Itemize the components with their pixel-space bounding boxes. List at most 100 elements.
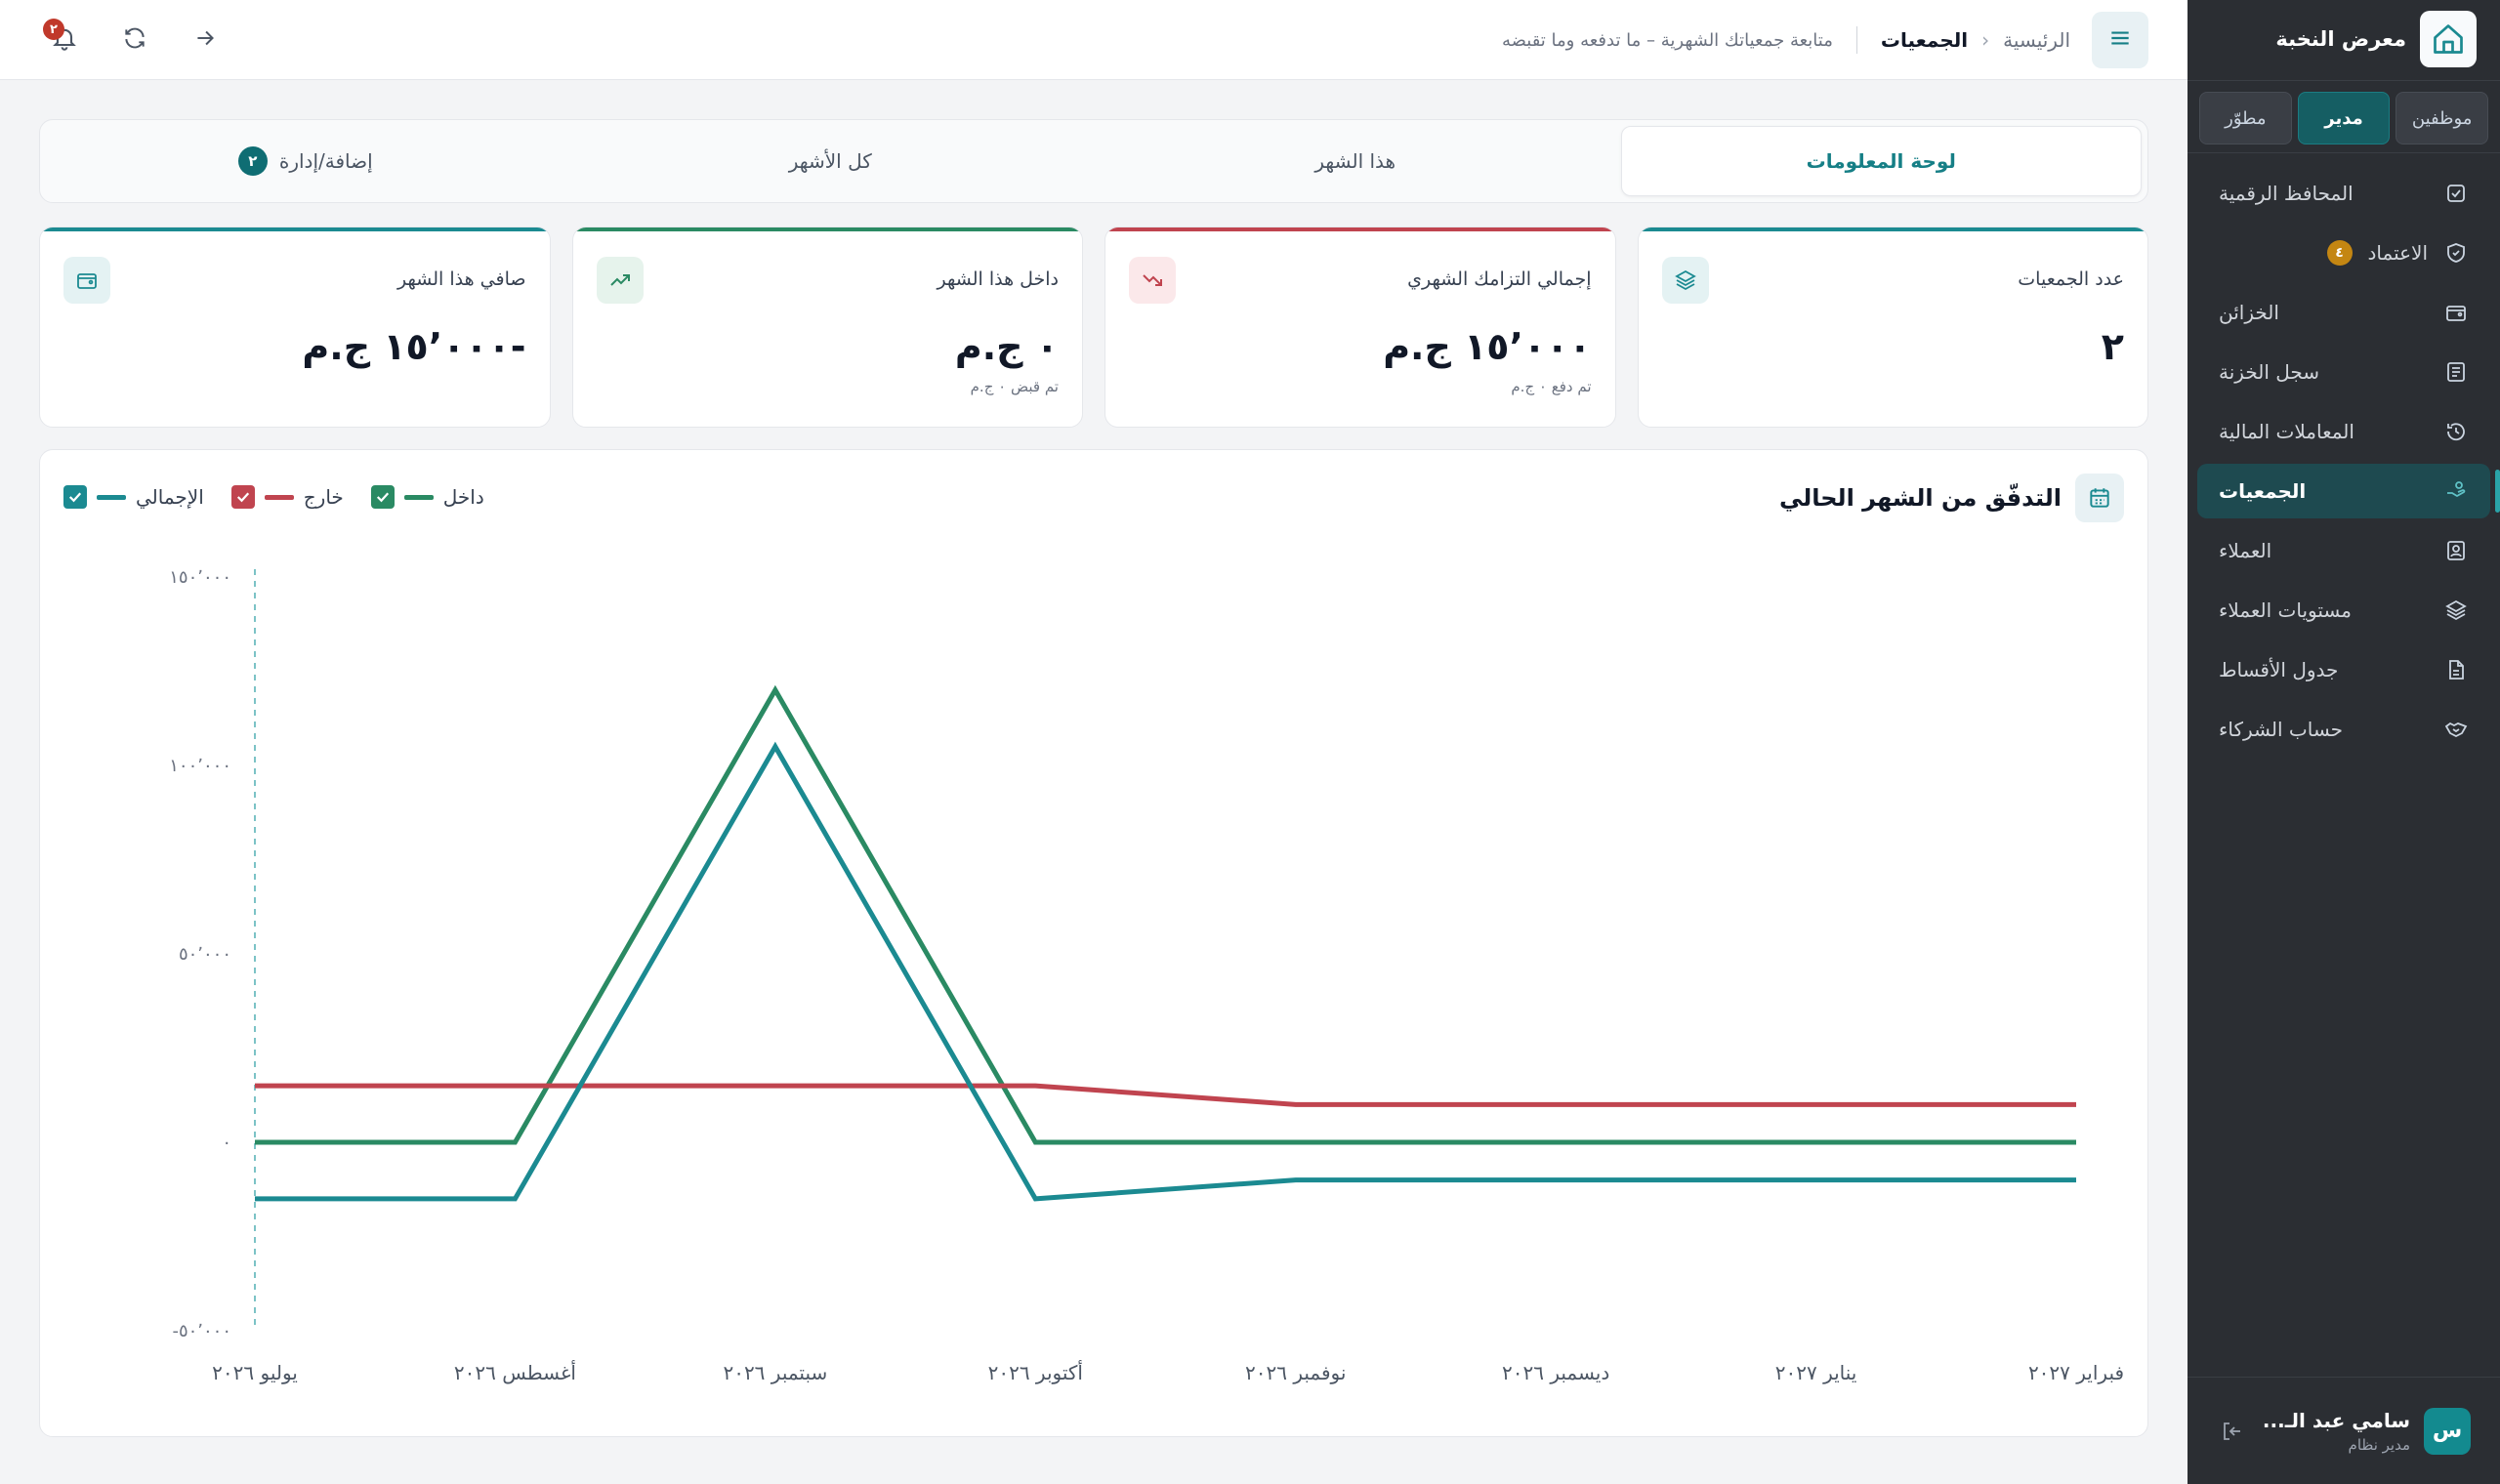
tab-add-manage[interactable]: إضافة/إدارة ٢ <box>46 126 565 196</box>
sidebar-item-clients[interactable]: العملاء <box>2197 523 2490 578</box>
stat-card-associations-count: عدد الجمعيات ٢ <box>1637 227 2148 428</box>
breadcrumb-home[interactable]: الرئيسية <box>2003 28 2070 52</box>
sidebar-item-label: المحافظ الرقمية <box>2219 182 2354 205</box>
handshake-icon <box>2443 717 2469 742</box>
x-tick-label: يناير ٢٠٢٧ <box>1775 1361 1857 1384</box>
sidebar-item-safe-log[interactable]: سجل الخزنة <box>2197 345 2490 399</box>
forward-button[interactable] <box>180 15 230 65</box>
y-tick-label: -٥٠٬٠٠٠ <box>172 1321 231 1341</box>
divider <box>2188 80 2500 81</box>
stat-card-incoming-this-month: داخل هذا الشهر ٠ ج.م تم قبض ٠ ج.م <box>571 227 1083 428</box>
tab-label: لوحة المعلومات <box>1806 149 1956 173</box>
wallet-icon <box>63 257 110 304</box>
x-tick-label: يوليو ٢٠٢٦ <box>212 1361 298 1384</box>
trend-up-icon <box>596 257 644 304</box>
x-tick-label: فبراير ٢٠٢٧ <box>2028 1361 2124 1384</box>
sidebar-item-installments[interactable]: جدول الأقساط <box>2197 642 2490 697</box>
card-title: داخل هذا الشهر <box>937 268 1059 290</box>
header-actions: ٢ <box>39 14 230 66</box>
sidebar-item-client-levels[interactable]: مستويات العملاء <box>2197 583 2490 638</box>
user-info: سامي عبد الـ... مدير نظام <box>2260 1409 2410 1454</box>
card-value: ٠ ج.م <box>954 325 1059 368</box>
layers-icon <box>1661 257 1709 304</box>
wallet-icon <box>2443 300 2469 325</box>
stat-cards: عدد الجمعيات ٢ إجمالي التزامك الشهري ١٥٬… <box>39 227 2148 428</box>
home-logo-icon <box>2420 11 2477 67</box>
role-manager[interactable]: مدير <box>2297 92 2391 144</box>
role-developer[interactable]: مطوّر <box>2198 92 2292 144</box>
cashflow-chart-panel: التدفّق من الشهر الحالي الإجمالي خارج دا… <box>39 449 2148 1437</box>
brand[interactable]: معرض النخبة <box>2211 11 2477 67</box>
x-tick-label: نوفمبر ٢٠٢٦ <box>1245 1361 1346 1384</box>
sidebar-item-label: مستويات العملاء <box>2219 598 2352 622</box>
sidebar-item-label: الخزائن <box>2219 301 2279 324</box>
x-tick-label: أكتوبر ٢٠٢٦ <box>988 1360 1083 1384</box>
y-tick-label: ١٠٠٬٠٠٠ <box>169 756 231 776</box>
sidebar: معرض النخبة موظفين مدير مطوّر المحافظ ال… <box>2188 0 2500 1484</box>
x-tick-label: أغسطس ٢٠٢٦ <box>454 1360 576 1384</box>
stat-card-net-this-month: صافي هذا الشهر -١٥٬٠٠٠ ج.م <box>39 227 551 428</box>
user-role: مدير نظام <box>2348 1435 2410 1454</box>
sidebar-item-label: العملاء <box>2219 539 2272 562</box>
sidebar-item-approval[interactable]: الاعتماد ٤ <box>2197 226 2490 280</box>
tab-label: إضافة/إدارة <box>278 149 373 173</box>
role-switcher: موظفين مدير مطوّر <box>2198 92 2488 144</box>
top-header: الرئيسية ‹ الجمعيات متابعة جمعياتك الشهر… <box>0 0 2188 80</box>
shield-check-icon <box>2443 240 2469 266</box>
refresh-button[interactable] <box>109 15 160 65</box>
sidebar-item-label: الاعتماد <box>2367 241 2429 265</box>
y-tick-label: ١٥٠٬٠٠٠ <box>169 567 231 588</box>
series-line <box>255 741 2076 1202</box>
series-line <box>255 684 2076 1145</box>
series-line <box>255 1083 2076 1107</box>
user-name: سامي عبد الـ... <box>2262 1408 2410 1432</box>
sidebar-item-associations[interactable]: الجمعيات <box>2197 464 2500 518</box>
tab-count-badge: ٢ <box>237 146 268 176</box>
sidebar-item-partners[interactable]: حساب الشركاء <box>2197 702 2490 757</box>
view-tabs: لوحة المعلومات هذا الشهر كل الأشهر إضافة… <box>39 119 2148 203</box>
card-title: صافي هذا الشهر <box>397 268 526 290</box>
notification-badge: ٢ <box>43 19 64 40</box>
sidebar-item-transactions[interactable]: المعاملات المالية <box>2197 404 2490 459</box>
sidebar-item-label: المعاملات المالية <box>2219 420 2354 443</box>
sidebar-item-safes[interactable]: الخزائن <box>2197 285 2490 340</box>
hamburger-icon <box>2107 25 2133 55</box>
breadcrumb: الرئيسية ‹ الجمعيات متابعة جمعياتك الشهر… <box>1502 0 2070 80</box>
sidebar-item-label: حساب الشركاء <box>2219 718 2344 741</box>
logout-icon[interactable] <box>2217 1417 2246 1446</box>
divider <box>1855 26 1857 54</box>
tab-this-month[interactable]: هذا الشهر <box>1096 126 1615 196</box>
hand-coins-icon <box>2443 478 2469 504</box>
card-title: عدد الجمعيات <box>2018 268 2124 290</box>
contact-icon <box>2443 538 2469 563</box>
tab-dashboard[interactable]: لوحة المعلومات <box>1620 126 2142 196</box>
sidebar-item-label: الجمعيات <box>2219 479 2307 503</box>
stat-card-monthly-commitment: إجمالي التزامك الشهري ١٥٬٠٠٠ ج.م تم دفع … <box>1104 227 1616 428</box>
notifications-button[interactable]: ٢ <box>39 15 90 65</box>
y-tick-label: ٥٠٬٠٠٠ <box>179 944 231 965</box>
divider <box>2188 152 2500 153</box>
card-value: ١٥٬٠٠٠ ج.م <box>1383 325 1592 368</box>
role-staff[interactable]: موظفين <box>2396 92 2488 144</box>
x-tick-label: ديسمبر ٢٠٢٦ <box>1502 1361 1609 1384</box>
menu-button[interactable] <box>2092 12 2148 68</box>
ledger-icon <box>2443 359 2469 385</box>
sidebar-item-label: جدول الأقساط <box>2219 658 2339 681</box>
refresh-icon <box>122 25 147 55</box>
avatar[interactable]: س <box>2424 1407 2471 1455</box>
layers-icon <box>2443 598 2469 623</box>
approval-count-badge: ٤ <box>2326 240 2353 266</box>
checkbox-icon <box>2443 181 2469 206</box>
tab-all-months[interactable]: كل الأشهر <box>571 126 1091 196</box>
card-subtext: تم قبض ٠ ج.م <box>970 378 1059 395</box>
card-title: إجمالي التزامك الشهري <box>1407 268 1592 290</box>
arrow-right-icon <box>192 25 218 55</box>
y-tick-label: ٠ <box>222 1133 231 1153</box>
trend-down-icon <box>1129 257 1176 304</box>
tab-label: كل الأشهر <box>788 149 872 173</box>
tab-label: هذا الشهر <box>1314 149 1396 173</box>
x-tick-label: سبتمبر ٢٠٢٦ <box>723 1361 827 1384</box>
sidebar-item-digital-wallets[interactable]: المحافظ الرقمية <box>2197 166 2490 221</box>
line-chart: ١٥٠٬٠٠٠ ١٠٠٬٠٠٠ ٥٠٬٠٠٠ ٠ -٥٠٬٠٠٠ يوليو ٢٠٢٦ أغ… <box>169 567 2124 1384</box>
brand-name: معرض النخبة <box>2275 27 2406 51</box>
